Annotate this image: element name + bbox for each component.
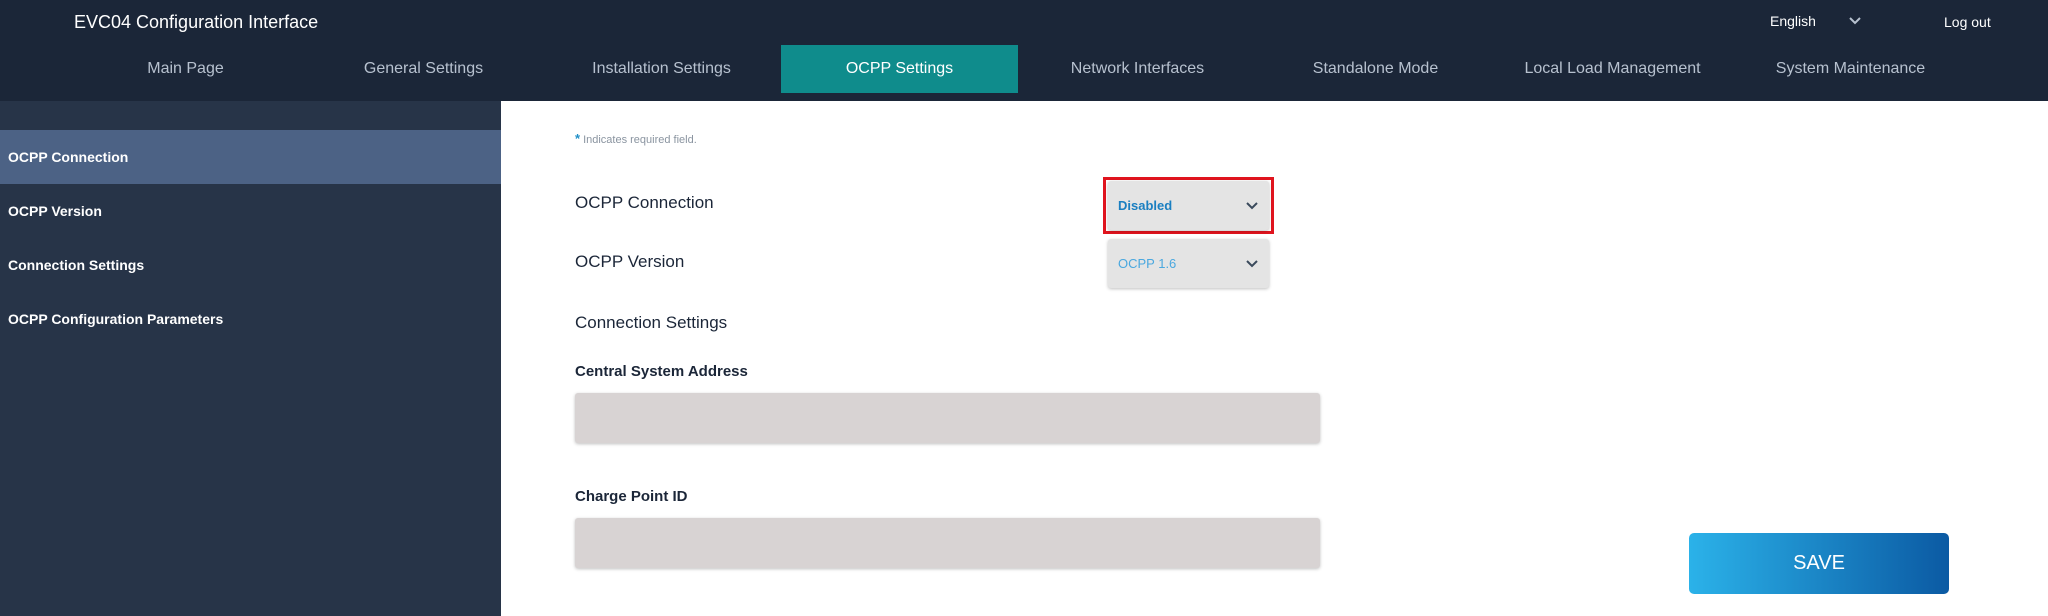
chevron-down-icon: [1849, 17, 1861, 25]
ocpp-version-label: OCPP Version: [575, 252, 685, 271]
sidebar: OCPP Connection OCPP Version Connection …: [0, 101, 501, 616]
logout-link[interactable]: Log out: [1944, 14, 1991, 30]
language-value: English: [1770, 13, 1816, 29]
ocpp-connection-label: OCPP Connection: [575, 193, 714, 212]
language-select[interactable]: English: [1760, 7, 1872, 35]
ocpp-version-select[interactable]: OCPP 1.6: [1108, 239, 1269, 288]
nav-local-load-management[interactable]: Local Load Management: [1494, 45, 1731, 93]
charge-point-id-input[interactable]: [575, 518, 1320, 568]
app-title: EVC04 Configuration Interface: [74, 12, 319, 32]
save-button[interactable]: SAVE: [1689, 533, 1949, 594]
nav-network-interfaces[interactable]: Network Interfaces: [1019, 45, 1256, 93]
chevron-down-icon: [1246, 259, 1258, 267]
ocpp-connection-select[interactable]: Disabled: [1108, 181, 1269, 230]
ocpp-connection-value: Disabled: [1118, 198, 1173, 213]
central-system-address-input[interactable]: [575, 393, 1320, 443]
nav-general-settings[interactable]: General Settings: [305, 45, 542, 93]
connection-settings-heading: Connection Settings: [575, 313, 728, 332]
sidebar-item-ocpp-configuration-parameters[interactable]: OCPP Configuration Parameters: [0, 292, 501, 346]
sidebar-item-ocpp-version[interactable]: OCPP Version: [0, 184, 501, 238]
required-star: *: [575, 131, 581, 146]
nav-system-maintenance[interactable]: System Maintenance: [1732, 45, 1969, 93]
required-note-text: Indicates required field.: [583, 134, 697, 146]
nav-standalone-mode[interactable]: Standalone Mode: [1257, 45, 1494, 93]
central-system-address-label: Central System Address: [575, 363, 748, 380]
required-field-note: * Indicates required field.: [575, 131, 697, 146]
chevron-down-icon: [1246, 201, 1258, 209]
nav-installation-settings[interactable]: Installation Settings: [543, 45, 780, 93]
sidebar-item-connection-settings[interactable]: Connection Settings: [0, 238, 501, 292]
nav-main-page[interactable]: Main Page: [67, 45, 304, 93]
charge-point-id-label: Charge Point ID: [575, 488, 688, 505]
ocpp-version-value: OCPP 1.6: [1118, 256, 1177, 271]
top-header: EVC04 Configuration Interface English Lo…: [0, 0, 2048, 101]
sidebar-item-ocpp-connection[interactable]: OCPP Connection: [0, 130, 501, 184]
nav-ocpp-settings[interactable]: OCPP Settings: [781, 45, 1018, 93]
main-nav: Main Page General Settings Installation …: [0, 45, 2048, 93]
